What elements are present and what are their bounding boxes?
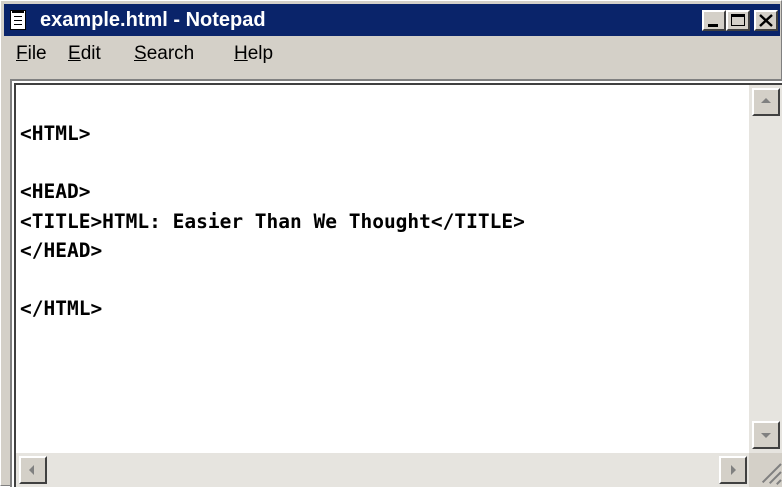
vertical-scrollbar[interactable] [749, 85, 782, 453]
text-editor[interactable]: <HTML> <HEAD> <TITLE>HTML: Easier Than W… [10, 79, 782, 487]
window-title: example.html - Notepad [40, 9, 266, 31]
menu-help[interactable]: Help [234, 42, 273, 66]
scroll-up-button[interactable] [752, 88, 780, 116]
maximize-button[interactable] [726, 10, 750, 31]
menu-bar: File Edit Search Help [4, 38, 780, 70]
close-button[interactable] [754, 10, 778, 31]
menu-edit[interactable]: Edit [68, 42, 101, 66]
document-line: </HEAD> [20, 238, 103, 262]
minimize-icon [708, 24, 718, 27]
scroll-down-button[interactable] [752, 421, 780, 449]
document-line: <HEAD> [20, 180, 91, 204]
document-text[interactable]: <HTML> <HEAD> <TITLE>HTML: Easier Than W… [20, 119, 525, 323]
maximize-icon [731, 14, 745, 26]
document-line: <TITLE>HTML: Easier Than We Thought</TIT… [20, 209, 525, 233]
close-icon [759, 14, 773, 27]
scroll-left-button[interactable] [19, 456, 47, 484]
notepad-icon[interactable] [10, 10, 26, 30]
menu-file[interactable]: File [16, 42, 47, 66]
arrow-down-icon [761, 433, 771, 438]
minimize-button[interactable] [702, 10, 726, 31]
resize-grip-icon[interactable] [749, 453, 782, 487]
arrow-right-icon [731, 465, 736, 475]
arrow-up-icon [761, 98, 771, 103]
horizontal-scrollbar[interactable] [16, 453, 751, 487]
scroll-right-button[interactable] [719, 456, 747, 484]
document-line: <HTML> [20, 122, 91, 145]
arrow-left-icon [29, 465, 34, 475]
menu-search[interactable]: Search [134, 42, 194, 66]
document-line: </HTML> [20, 297, 103, 321]
notepad-window: example.html - Notepad File Edit Search … [0, 0, 782, 487]
title-bar[interactable]: example.html - Notepad [4, 4, 780, 36]
